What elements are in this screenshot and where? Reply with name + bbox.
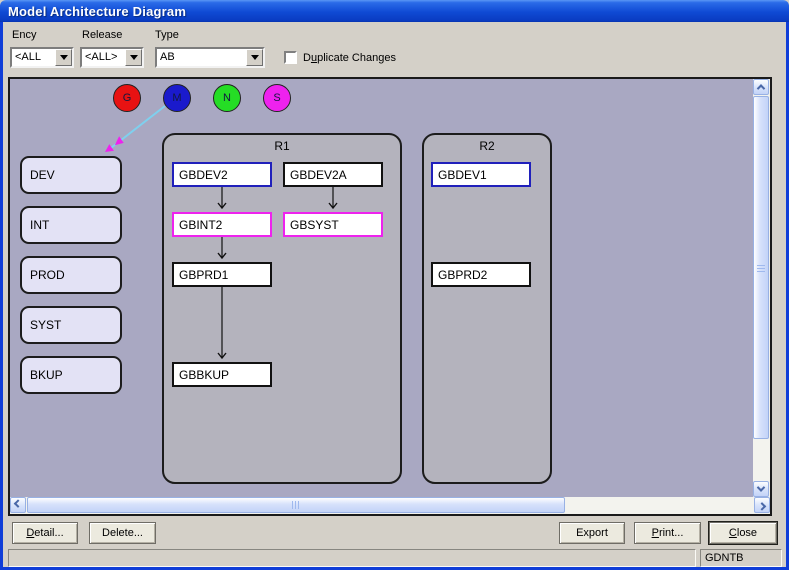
- node-label: GBDEV2A: [290, 168, 347, 182]
- circle-letter: G: [123, 92, 132, 104]
- chevron-down-icon: [757, 483, 765, 491]
- print-button[interactable]: Print...: [634, 522, 701, 544]
- ency-combobox[interactable]: <ALL: [10, 47, 74, 68]
- diagram-frame: G M N S DEV INT PROD SYST BKUP R1 GBDEV2…: [8, 77, 772, 516]
- node-gbbkup[interactable]: GBBKUP: [172, 362, 272, 387]
- node-label: GBDEV2: [179, 168, 228, 182]
- group-title: R1: [164, 139, 400, 153]
- legend-circle-s[interactable]: S: [263, 84, 291, 112]
- group-title: R2: [424, 139, 550, 153]
- env-box-int[interactable]: INT: [20, 206, 122, 244]
- detail-button[interactable]: Detail...: [12, 522, 78, 544]
- thumb-grip-icon: [757, 263, 765, 272]
- env-label: SYST: [30, 318, 61, 332]
- node-label: GBDEV1: [438, 168, 487, 182]
- chevron-down-icon: [60, 55, 68, 64]
- close-button[interactable]: Close: [709, 522, 777, 544]
- release-dropdown-button[interactable]: [125, 49, 142, 66]
- node-gbdev1[interactable]: GBDEV1: [431, 162, 531, 187]
- circle-letter: N: [223, 92, 231, 104]
- release-combobox[interactable]: <ALL>: [80, 47, 144, 68]
- node-label: GBSYST: [290, 218, 339, 232]
- chevron-down-icon: [251, 55, 259, 64]
- circle-letter: S: [273, 92, 280, 104]
- env-label: DEV: [30, 168, 55, 182]
- legend-circle-n[interactable]: N: [213, 84, 241, 112]
- export-button[interactable]: Export: [559, 522, 625, 544]
- node-label: GBBKUP: [179, 368, 229, 382]
- release-label: Release: [82, 29, 122, 41]
- chevron-down-icon: [130, 55, 138, 64]
- env-label: BKUP: [30, 368, 63, 382]
- thumb-grip-icon: [292, 501, 301, 509]
- model-name: GDNTB: [705, 552, 744, 564]
- env-box-syst[interactable]: SYST: [20, 306, 122, 344]
- selection-arrowhead-icon: [105, 144, 114, 152]
- selection-line: [107, 106, 165, 151]
- node-gbint2[interactable]: GBINT2: [172, 212, 272, 237]
- env-box-prod[interactable]: PROD: [20, 256, 122, 294]
- vertical-scrollbar[interactable]: [753, 79, 770, 497]
- horizontal-scrollbar[interactable]: [10, 497, 770, 514]
- node-label: GBINT2: [179, 218, 222, 232]
- duplicate-changes-checkbox[interactable]: [284, 51, 297, 64]
- node-gbdev2[interactable]: GBDEV2: [172, 162, 272, 187]
- status-bar-model: GDNTB: [700, 549, 782, 567]
- legend-circle-g[interactable]: G: [113, 84, 141, 112]
- env-box-dev[interactable]: DEV: [20, 156, 122, 194]
- chevron-left-icon: [14, 499, 22, 507]
- release-value: <ALL>: [85, 51, 117, 63]
- horizontal-scroll-thumb[interactable]: [27, 497, 565, 513]
- type-value: AB: [160, 51, 175, 63]
- status-bar-message: [8, 549, 696, 567]
- delete-button[interactable]: Delete...: [89, 522, 156, 544]
- ency-label: Ency: [12, 29, 36, 41]
- dialog-body: Ency Release Type <ALL <ALL> AB Duplicat…: [3, 22, 786, 567]
- env-label: INT: [30, 218, 49, 232]
- vertical-scroll-thumb[interactable]: [753, 96, 769, 439]
- type-combobox[interactable]: AB: [155, 47, 265, 68]
- legend-circle-m[interactable]: M: [163, 84, 191, 112]
- node-label: GBPRD2: [438, 268, 487, 282]
- ency-dropdown-button[interactable]: [55, 49, 72, 66]
- scroll-down-button[interactable]: [753, 481, 769, 497]
- env-label: PROD: [30, 268, 65, 282]
- chevron-up-icon: [757, 84, 765, 92]
- node-label: GBPRD1: [179, 268, 228, 282]
- window-title: Model Architecture Diagram: [0, 4, 186, 19]
- scroll-right-button[interactable]: [754, 497, 770, 513]
- dialog-window: Model Architecture Diagram Ency Release …: [0, 0, 789, 570]
- scroll-left-button[interactable]: [10, 497, 26, 513]
- selection-arrowhead-icon: [115, 136, 124, 145]
- env-box-bkup[interactable]: BKUP: [20, 356, 122, 394]
- title-bar: Model Architecture Diagram: [0, 0, 789, 22]
- circle-letter: M: [172, 92, 181, 104]
- node-gbdev2a[interactable]: GBDEV2A: [283, 162, 383, 187]
- scroll-up-button[interactable]: [753, 79, 769, 95]
- type-label: Type: [155, 29, 179, 41]
- node-gbsyst[interactable]: GBSYST: [283, 212, 383, 237]
- chevron-right-icon: [758, 502, 766, 510]
- type-dropdown-button[interactable]: [246, 49, 263, 66]
- ency-value: <ALL: [15, 51, 41, 63]
- diagram-canvas[interactable]: G M N S DEV INT PROD SYST BKUP R1 GBDEV2…: [10, 79, 753, 497]
- node-gbprd2[interactable]: GBPRD2: [431, 262, 531, 287]
- duplicate-changes-label: Duplicate Changes: [303, 52, 396, 64]
- node-gbprd1[interactable]: GBPRD1: [172, 262, 272, 287]
